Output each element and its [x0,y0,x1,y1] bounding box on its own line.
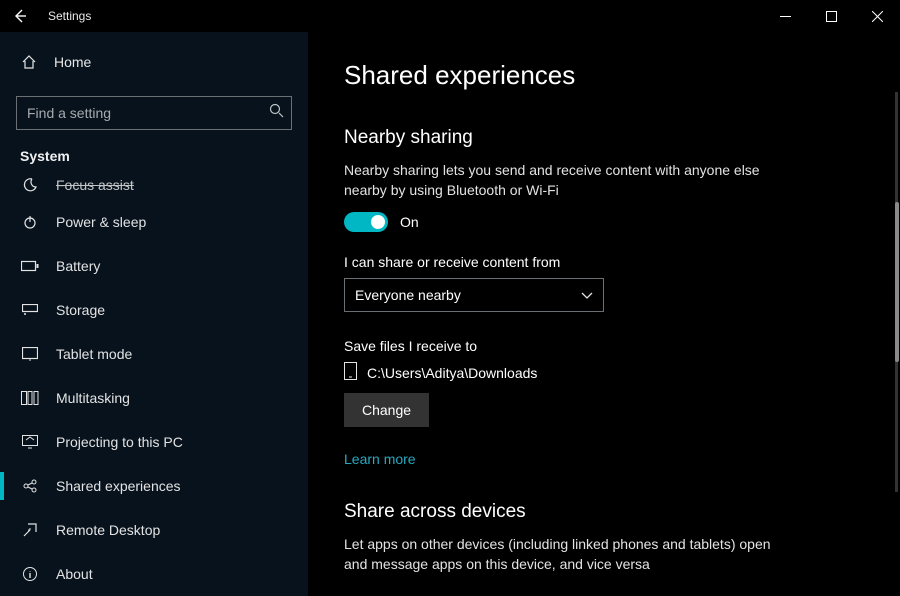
back-button[interactable] [0,0,40,32]
nearby-sharing-toggle-label: On [400,214,419,230]
maximize-button[interactable] [808,0,854,32]
share-icon [20,478,40,494]
share-from-value: Everyone nearby [355,287,461,303]
home-label: Home [54,54,91,70]
sidebar-section-label: System [0,148,308,170]
sidebar-item-label: Remote Desktop [56,522,160,538]
learn-more-link[interactable]: Learn more [344,451,416,467]
sidebar-item-label: Tablet mode [56,346,132,362]
sidebar-item-label: Storage [56,302,105,318]
sidebar-item-shared-experiences[interactable]: Shared experiences [0,464,308,508]
moon-icon [20,177,40,193]
home-icon [20,54,38,70]
search-icon [269,103,284,123]
storage-icon [20,304,40,316]
sidebar-item-remote-desktop[interactable]: Remote Desktop [0,508,308,552]
page-title: Shared experiences [344,60,864,91]
window-title: Settings [40,9,91,23]
device-icon [344,362,357,383]
sidebar-item-storage[interactable]: Storage [0,288,308,332]
sidebar-item-label: Power & sleep [56,214,146,230]
search-input[interactable] [16,96,292,130]
save-files-path-row: C:\Users\Aditya\Downloads [344,362,864,383]
multitasking-icon [20,391,40,405]
nearby-sharing-toggle[interactable] [344,212,388,232]
projecting-icon [20,435,40,449]
close-button[interactable] [854,0,900,32]
sidebar-item-label: Focus assist [56,177,134,193]
maximize-icon [826,11,837,22]
sidebar-item-label: Projecting to this PC [56,434,183,450]
power-icon [20,214,40,230]
share-across-heading: Share across devices [344,501,864,523]
tablet-icon [20,347,40,361]
back-arrow-icon [12,8,28,24]
sidebar-item-label: Multitasking [56,390,130,406]
nearby-sharing-description: Nearby sharing lets you send and receive… [344,161,784,200]
titlebar: Settings [0,0,900,32]
minimize-icon [780,11,791,22]
sidebar-item-multitasking[interactable]: Multitasking [0,376,308,420]
scrollbar-thumb[interactable] [895,202,899,362]
save-files-path: C:\Users\Aditya\Downloads [367,365,537,381]
sidebar-item-battery[interactable]: Battery [0,244,308,288]
battery-icon [20,260,40,272]
nearby-sharing-heading: Nearby sharing [344,127,864,149]
sidebar-item-label: Battery [56,258,100,274]
sidebar-item-label: About [56,566,93,582]
sidebar: Home System Focus assist Power & sleep [0,32,308,596]
sidebar-item-projecting[interactable]: Projecting to this PC [0,420,308,464]
sidebar-item-label: Shared experiences [56,478,181,494]
info-icon [20,566,40,582]
sidebar-item-about[interactable]: About [0,552,308,596]
sidebar-item-focus-assist[interactable]: Focus assist [0,170,308,200]
remote-desktop-icon [20,522,40,538]
save-files-label: Save files I receive to [344,338,864,354]
home-nav[interactable]: Home [0,42,308,82]
share-across-description: Let apps on other devices (including lin… [344,535,784,574]
sidebar-item-tablet-mode[interactable]: Tablet mode [0,332,308,376]
sidebar-nav-list: Focus assist Power & sleep Battery Stora… [0,170,308,596]
sidebar-item-power-sleep[interactable]: Power & sleep [0,200,308,244]
share-from-select[interactable]: Everyone nearby [344,278,604,312]
close-icon [872,11,883,22]
change-button[interactable]: Change [344,393,429,427]
minimize-button[interactable] [762,0,808,32]
chevron-down-icon [581,287,593,303]
main-content: Shared experiences Nearby sharing Nearby… [308,32,900,596]
share-from-label: I can share or receive content from [344,254,864,270]
